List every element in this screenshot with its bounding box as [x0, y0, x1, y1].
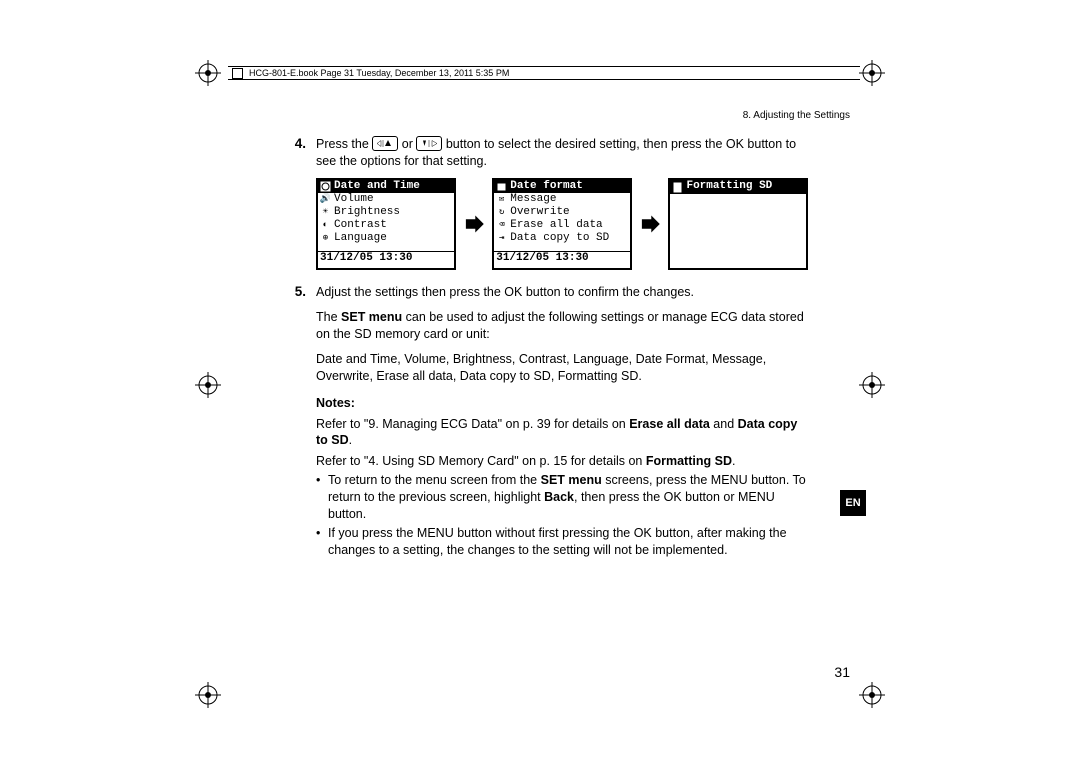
- text: Date and Time, Volume, Brightness, Contr…: [316, 351, 808, 385]
- text: The: [316, 310, 341, 324]
- bold-text: Back: [544, 490, 574, 504]
- menu-item: Overwrite: [510, 207, 569, 219]
- globe-icon: ⊕: [320, 233, 331, 244]
- lcd-screen-3: Formatting SD: [668, 178, 808, 270]
- lcd-screen-1: Date and Time 🔊Volume ☀Brightness ◐Contr…: [316, 178, 456, 271]
- step-number: 5.: [286, 284, 306, 558]
- content-area: 4. Press the or button to select the des…: [286, 136, 808, 567]
- bold-text: SET menu: [341, 310, 402, 324]
- text: Refer to "9. Managing ECG Data" on p. 39…: [316, 417, 629, 431]
- step-body: Press the or button to select the desire…: [316, 136, 808, 170]
- menu-item: Brightness: [334, 207, 400, 219]
- screen-footer: 31/12/05 13:30: [318, 251, 454, 268]
- bold-text: SET menu: [541, 473, 602, 487]
- bullet-icon: •: [316, 525, 324, 559]
- text: .: [732, 454, 735, 468]
- screens-row: Date and Time 🔊Volume ☀Brightness ◐Contr…: [316, 178, 808, 271]
- message-icon: ✉: [496, 194, 507, 205]
- step-4: 4. Press the or button to select the des…: [286, 136, 808, 170]
- bullet-item: • If you press the MENU button without f…: [316, 525, 808, 559]
- erase-icon: ⌫: [496, 220, 507, 231]
- copy-icon: ⇥: [496, 233, 507, 244]
- sun-icon: ☀: [320, 207, 331, 218]
- registration-mark-icon: [195, 682, 221, 708]
- contrast-icon: ◐: [320, 220, 331, 231]
- text: Refer to "4. Using SD Memory Card" on p.…: [316, 454, 646, 468]
- text: and: [710, 417, 738, 431]
- note-line: Refer to "4. Using SD Memory Card" on p.…: [316, 453, 808, 470]
- registration-mark-icon: [859, 60, 885, 86]
- text: or: [402, 137, 417, 151]
- section-title: 8. Adjusting the Settings: [743, 110, 850, 121]
- registration-mark-icon: [859, 372, 885, 398]
- lcd-screen-2: Date format ✉Message ↻Overwrite ⌫Erase a…: [492, 178, 632, 271]
- bold-text: Erase all data: [629, 417, 710, 431]
- screen-footer: 31/12/05 13:30: [494, 251, 630, 268]
- step-number: 4.: [286, 136, 306, 170]
- bullet-icon: •: [316, 472, 324, 523]
- menu-item: Contrast: [334, 220, 387, 232]
- book-icon: [232, 68, 243, 79]
- text: If you press the MENU button without fir…: [328, 525, 808, 559]
- clock-icon: [320, 181, 331, 192]
- registration-mark-icon: [195, 60, 221, 86]
- left-up-button-icon: [372, 136, 398, 151]
- header-text: HCG-801-E.book Page 31 Tuesday, December…: [249, 68, 509, 78]
- step-5: 5. Adjust the settings then press the OK…: [286, 284, 808, 558]
- screen-title: Formatting SD: [686, 181, 772, 193]
- manual-page: HCG-801-E.book Page 31 Tuesday, December…: [0, 0, 1080, 763]
- registration-mark-icon: [195, 372, 221, 398]
- step-body: Adjust the settings then press the OK bu…: [316, 284, 808, 558]
- bullet-item: • To return to the menu screen from the …: [316, 472, 808, 523]
- text: To return to the menu screen from the SE…: [328, 472, 808, 523]
- screen-title: Date format: [510, 181, 583, 193]
- text: To return to the menu screen from the: [328, 473, 541, 487]
- menu-item: Message: [510, 194, 556, 206]
- registration-mark-icon: [859, 682, 885, 708]
- text: Press the: [316, 137, 372, 151]
- text: Adjust the settings then press the OK bu…: [316, 284, 808, 301]
- speaker-icon: 🔊: [320, 194, 331, 205]
- text: .: [349, 433, 352, 447]
- arrow-right-icon: [640, 213, 661, 235]
- text: The SET menu can be used to adjust the f…: [316, 309, 808, 343]
- calendar-icon: [496, 181, 507, 192]
- menu-item: Erase all data: [510, 220, 602, 232]
- menu-item: Language: [334, 233, 387, 245]
- overwrite-icon: ↻: [496, 207, 507, 218]
- notes-heading: Notes:: [316, 395, 808, 412]
- menu-item: Volume: [334, 194, 374, 206]
- down-right-button-icon: [416, 136, 442, 151]
- screen-footer: [670, 252, 806, 268]
- note-line: Refer to "9. Managing ECG Data" on p. 39…: [316, 416, 808, 450]
- document-header: HCG-801-E.book Page 31 Tuesday, December…: [228, 66, 860, 80]
- arrow-right-icon: [464, 213, 485, 235]
- screen-title: Date and Time: [334, 181, 420, 193]
- menu-item: Data copy to SD: [510, 233, 609, 245]
- sd-card-icon: [672, 182, 683, 193]
- page-number: 31: [834, 664, 850, 680]
- language-badge: EN: [840, 490, 866, 516]
- bold-text: Formatting SD: [646, 454, 732, 468]
